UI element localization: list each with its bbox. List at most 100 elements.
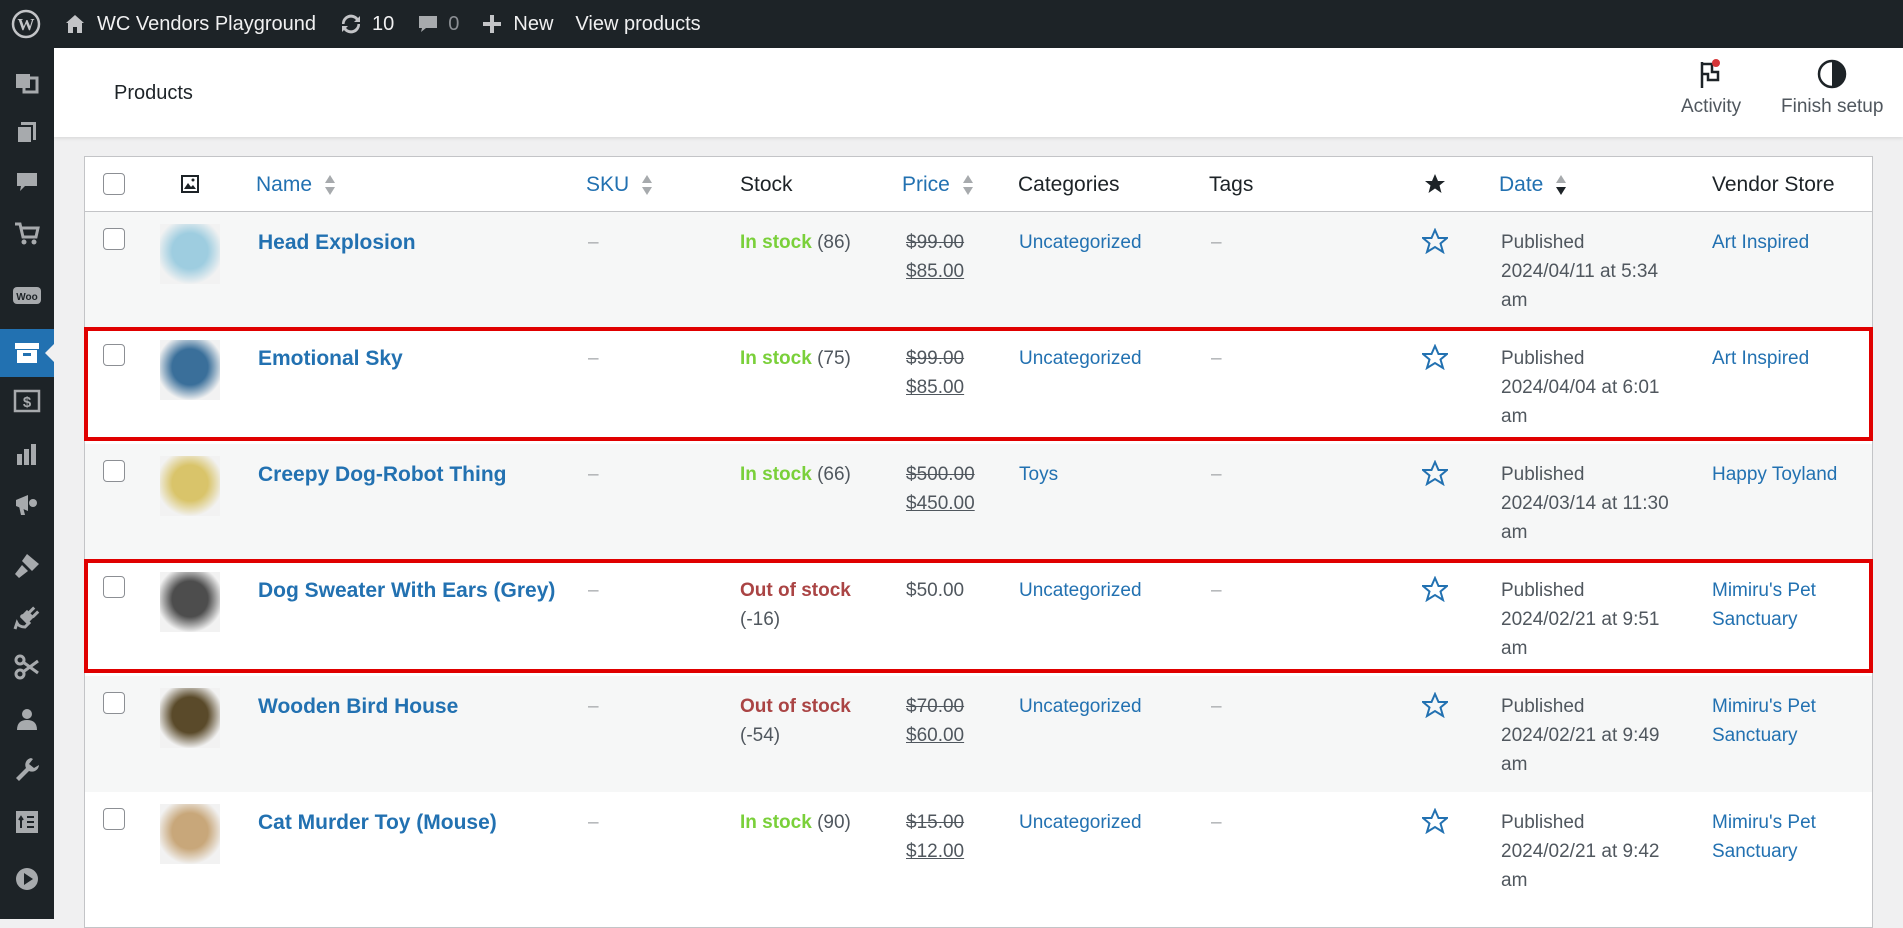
comments-link[interactable]: 0: [405, 0, 470, 48]
category-link[interactable]: Toys: [1019, 460, 1058, 489]
updates-icon: [342, 14, 361, 34]
date-line2: am: [1501, 290, 1528, 311]
featured-star-outline-icon[interactable]: [1422, 460, 1448, 486]
vendor-store-link[interactable]: Happy Toyland: [1712, 460, 1862, 489]
row-checkbox[interactable]: [103, 692, 125, 714]
featured-star-outline-icon[interactable]: [1422, 576, 1448, 602]
category-link[interactable]: Uncategorized: [1019, 692, 1142, 721]
table-row: Creepy Dog-Robot Thing – In stock (66) $…: [85, 444, 1872, 560]
product-thumbnail[interactable]: [160, 688, 220, 748]
featured-star-icon[interactable]: [1424, 173, 1446, 195]
column-name-label: Name: [256, 173, 313, 196]
column-sku[interactable]: SKU: [586, 173, 653, 197]
product-name-link[interactable]: Emotional Sky: [258, 344, 403, 374]
vendor-store-link[interactable]: Mimiru's Pet Sanctuary: [1712, 692, 1862, 750]
new-content-link[interactable]: New: [470, 0, 564, 48]
featured-star-outline-icon[interactable]: [1422, 692, 1448, 718]
site-name-link[interactable]: WC Vendors Playground: [52, 0, 327, 48]
plugins-icon: [13, 606, 40, 630]
product-name[interactable]: Head Explosion: [258, 231, 416, 254]
sidebar-item-settings[interactable]: [0, 745, 54, 793]
vendor-line1[interactable]: Mimiru's Pet: [1712, 808, 1862, 837]
vendor-line1[interactable]: Mimiru's Pet: [1712, 576, 1862, 605]
vendor-line2[interactable]: Sanctuary: [1712, 721, 1862, 750]
product-thumbnail[interactable]: [160, 804, 220, 864]
stock-qty: (75): [817, 348, 851, 369]
svg-text:Woo: Woo: [16, 292, 37, 303]
product-thumbnail[interactable]: [160, 340, 220, 400]
stock-cell: In stock (90): [740, 808, 880, 837]
comments-icon: [17, 173, 37, 191]
vendor-line2[interactable]: Sanctuary: [1712, 837, 1862, 866]
date-cell: Published 2024/02/21 at 9:49 am: [1501, 692, 1691, 779]
product-name[interactable]: Creepy Dog-Robot Thing: [258, 463, 506, 486]
product-thumbnail[interactable]: [160, 224, 220, 284]
vendor-line1[interactable]: Art Inspired: [1712, 228, 1862, 257]
sidebar-item-marketing[interactable]: [0, 480, 54, 528]
vendor-line1[interactable]: Mimiru's Pet: [1712, 692, 1862, 721]
row-checkbox[interactable]: [103, 228, 125, 250]
sidebar-item-analytics[interactable]: [0, 430, 54, 478]
sidebar-item-appearance[interactable]: [0, 542, 54, 590]
category-link[interactable]: Uncategorized: [1019, 344, 1142, 373]
column-name[interactable]: Name: [256, 173, 336, 197]
updates-link[interactable]: 10: [327, 0, 405, 48]
product-name-link[interactable]: Creepy Dog-Robot Thing: [258, 460, 506, 490]
vendor-store-link[interactable]: Art Inspired: [1712, 228, 1862, 257]
row-checkbox[interactable]: [103, 460, 125, 482]
product-name[interactable]: Cat Murder Toy (Mouse): [258, 811, 497, 834]
tags-value: –: [1211, 696, 1222, 717]
product-name-link[interactable]: Head Explosion: [258, 228, 416, 258]
product-thumbnail[interactable]: [160, 572, 220, 632]
view-products-link[interactable]: View products: [564, 0, 711, 48]
category-link[interactable]: Uncategorized: [1019, 808, 1142, 837]
sidebar-item-comments[interactable]: [0, 158, 54, 206]
updates-count: 10: [372, 12, 395, 35]
featured-star-outline-icon[interactable]: [1422, 228, 1448, 254]
new-label: New: [513, 12, 554, 35]
sidebar-item-play[interactable]: [0, 855, 54, 903]
column-price[interactable]: Price: [902, 173, 974, 197]
activity-button[interactable]: Activity: [1681, 58, 1741, 118]
featured-star-outline-icon[interactable]: [1422, 344, 1448, 370]
sidebar-item-payments[interactable]: $: [0, 377, 54, 425]
sidebar-item-import[interactable]: [0, 798, 54, 846]
select-all-checkbox[interactable]: [103, 173, 125, 195]
product-name-link[interactable]: Wooden Bird House: [258, 692, 458, 722]
sidebar-item-users[interactable]: [0, 695, 54, 743]
category-link[interactable]: Uncategorized: [1019, 228, 1142, 257]
product-name[interactable]: Wooden Bird House: [258, 695, 458, 718]
row-checkbox[interactable]: [103, 344, 125, 366]
wordpress-logo-icon[interactable]: W: [0, 0, 52, 48]
sidebar-item-woocommerce[interactable]: Woo: [0, 272, 54, 320]
vendor-store-link[interactable]: Mimiru's Pet Sanctuary: [1712, 808, 1862, 866]
vendor-store-link[interactable]: Mimiru's Pet Sanctuary: [1712, 576, 1862, 634]
row-checkbox[interactable]: [103, 576, 125, 598]
product-thumbnail[interactable]: [160, 456, 220, 516]
finish-setup-button[interactable]: Finish setup: [1781, 58, 1883, 118]
admin-sidebar: Woo $: [0, 48, 54, 919]
product-name[interactable]: Dog Sweater With Ears (Grey): [258, 579, 555, 602]
table-row: Head Explosion – In stock (86) $99.00 $8…: [85, 212, 1872, 328]
vendor-line2[interactable]: Sanctuary: [1712, 605, 1862, 634]
category-link[interactable]: Uncategorized: [1019, 576, 1142, 605]
sidebar-item-plugins[interactable]: [0, 593, 54, 641]
product-name-link[interactable]: Dog Sweater With Ears (Grey): [258, 576, 555, 606]
column-date[interactable]: Date: [1499, 173, 1567, 197]
date-cell: Published 2024/04/04 at 6:01 am: [1501, 344, 1691, 431]
users-icon: [17, 709, 37, 730]
product-name[interactable]: Emotional Sky: [258, 347, 403, 370]
row-checkbox[interactable]: [103, 808, 125, 830]
product-name-link[interactable]: Cat Murder Toy (Mouse): [258, 808, 497, 838]
sale-price: $12.00: [906, 841, 965, 862]
sidebar-item-media[interactable]: [0, 58, 54, 106]
sidebar-item-products[interactable]: [0, 329, 54, 377]
featured-star-outline-icon[interactable]: [1422, 808, 1448, 834]
sidebar-item-cart[interactable]: [0, 210, 54, 258]
table-row: Emotional Sky – In stock (75) $99.00 $85…: [85, 328, 1872, 444]
vendor-store-link[interactable]: Art Inspired: [1712, 344, 1862, 373]
sidebar-item-tools[interactable]: [0, 643, 54, 691]
vendor-line1[interactable]: Art Inspired: [1712, 344, 1862, 373]
sidebar-item-pages[interactable]: [0, 108, 54, 156]
vendor-line1[interactable]: Happy Toyland: [1712, 460, 1862, 489]
